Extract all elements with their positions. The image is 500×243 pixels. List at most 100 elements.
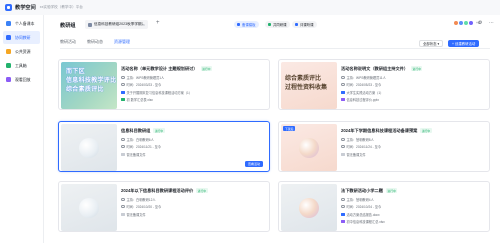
top-bar: 教学空间 xx实验学校（教学中）平台	[0, 0, 500, 15]
card-time: 时间：2024/10/20 - 至今	[121, 204, 161, 209]
card-title-text: 活动名称说明文（教研组主持文件）	[341, 66, 409, 71]
create-activity-button[interactable]: + 创建教研活动	[448, 40, 480, 47]
card-host: 主持：白明教研12人	[121, 197, 156, 202]
file-icon	[121, 90, 125, 95]
card-file[interactable]: 信息科技过程评价.pptx	[341, 97, 379, 102]
tab-label: 信息科技教研组2023秋季学期活动	[94, 22, 143, 26]
more-icon[interactable]: ⋯	[489, 20, 494, 26]
settings-icon[interactable]: ⚙	[478, 20, 482, 26]
card-file[interactable]: 大学生实践活动方案（1）	[341, 90, 383, 95]
pill-label: 共同研课	[273, 23, 287, 27]
study-icon	[268, 23, 271, 26]
toolbox-icon	[6, 63, 11, 68]
user-icon	[341, 137, 345, 142]
card-file: 暂无备课文件	[121, 212, 146, 217]
card-host: 主持：慧明教研8人	[341, 137, 374, 142]
sidebar-item-collab[interactable]: 协同教研	[3, 31, 40, 44]
template-icon	[237, 23, 240, 26]
meta-text: 主持：白明教研6人	[126, 138, 154, 142]
workspace-header: 教研组 信息科技教研组2023秋季学期活动 × + 备课模板 共同研课 评课听课	[44, 15, 500, 36]
decorative-orb	[79, 138, 99, 158]
close-icon[interactable]: ×	[143, 22, 145, 27]
activity-card[interactable]: 2024年以下信息科目教研课程活动评价 进行中 主持：白明教研12人 时间：202…	[58, 181, 270, 232]
avatar	[468, 20, 474, 26]
status-filter-dropdown[interactable]: 全部状态 ▾	[419, 40, 444, 47]
file-icon	[121, 152, 125, 157]
card-host: 主持：WPS教研管理员11人	[341, 75, 386, 80]
card-thumbnail: 而下区 信息科技教学评比 综合素质评比	[61, 62, 117, 109]
pill-label: 备课模板	[242, 23, 256, 27]
tab-workspace[interactable]: 信息科技教研组2023秋季学期活动 ×	[85, 20, 148, 29]
clock-icon	[341, 204, 345, 209]
app-brand: 教学空间	[15, 5, 36, 11]
thumbnail-line: 而下区	[66, 69, 85, 75]
spreadsheet-icon	[121, 97, 125, 102]
meta-text: 时间：2024/03/23 - 至今	[126, 83, 162, 87]
folder-icon	[6, 49, 11, 54]
meta-text: 时间：2024/10/24 - 至今	[346, 205, 382, 209]
status-badge: 进行中	[196, 188, 208, 194]
status-badge: 进行中	[385, 188, 398, 194]
card-file[interactable]: 活动方案总结报告.docx	[341, 212, 380, 217]
document-icon	[88, 22, 92, 27]
thumbnail-line: 综合素质评比	[66, 87, 104, 93]
status-badge: 进行中	[411, 66, 423, 72]
card-file[interactable]: 初 数学汇总表.xlsx	[121, 97, 153, 102]
card-thumbnail	[61, 184, 117, 231]
card-file: 暂无备课文件	[121, 152, 146, 157]
decorative-orb	[79, 198, 99, 218]
meta-text: 主持：慧明教研4人	[346, 198, 374, 202]
file-icon	[341, 212, 345, 217]
card-file[interactable]: 关于开展期末复习信息科技课程活动方案（1）	[121, 90, 192, 95]
card-title: 2024年下学期信息科技课程活动备课预案 进行中	[341, 128, 432, 134]
thumbnail-line: 过程性资料收集	[285, 85, 328, 91]
book-icon	[6, 21, 11, 26]
co-study-button[interactable]: 共同研课	[265, 21, 290, 28]
meta-text: 暂无备课文件	[126, 213, 146, 217]
app-window: 教学空间 xx实验学校（教学中）平台 个人备课本 协同教研 公共资源 工具箱 观…	[0, 0, 500, 243]
user-icon	[341, 197, 345, 202]
file-icon	[341, 90, 345, 95]
card-title: 活动名称说明文（教研组主持文件） 进行中	[341, 66, 423, 72]
decorative-orb	[299, 138, 319, 158]
activity-card[interactable]: 法下教研活动小学二题 进行中 主持：慧明教研4人 时间：2024/10/24 - …	[278, 181, 490, 232]
sidebar-item-label: 观看回放	[15, 76, 31, 82]
card-time: 时间：2024/10/24 - 至今	[341, 204, 381, 209]
card-thumbnail: 下课后	[281, 124, 337, 171]
card-title: 2024年以下信息科目教研课程活动评价 进行中	[121, 188, 208, 194]
card-time: 时间：2024/11/21 - 至今	[121, 144, 161, 149]
presentation-icon	[341, 97, 345, 102]
sidebar-item-label: 工具箱	[15, 62, 27, 68]
sidebar-item-replay[interactable]: 观看回放	[3, 73, 40, 86]
user-icon	[121, 137, 125, 142]
activity-card[interactable]: 下课后 2024年下学期信息科技课程活动备课预案 进行中 主持：慧明教研8人 时间…	[278, 121, 490, 172]
lesson-template-button[interactable]: 备课模板	[234, 21, 259, 28]
thumbnail-text: 综合素质评比 过程性资料收集	[285, 75, 327, 93]
status-badge: 进行中	[153, 128, 165, 134]
sidebar-item-toolbox[interactable]: 工具箱	[3, 59, 40, 72]
activity-card[interactable]: 而下区 信息科技教学评比 综合素质评比 活动名称（单元教学设计 主题规划研讨）进…	[58, 59, 270, 110]
add-tab-button[interactable]: +	[156, 20, 160, 26]
member-avatars[interactable]: +8	[453, 20, 480, 26]
card-title-text: 法下教研活动小学二题	[341, 188, 383, 193]
review-icon	[295, 23, 298, 26]
activity-card[interactable]: 综合素质评比 过程性资料收集 活动名称说明文（教研组主持文件） 进行中 主持：WP…	[278, 59, 490, 110]
view-activity-button[interactable]: 查看活动	[244, 161, 263, 167]
activity-card[interactable]: 信息科目教研组 进行中 主持：白明教研6人 时间：2024/11/21 - 至今 …	[58, 121, 270, 172]
meta-text: 大学生实践活动方案（1）	[346, 91, 384, 95]
meta-text: 暂无备课文件	[126, 153, 146, 157]
meta-text: 初中信息科技课程汇总.xlsx	[346, 220, 385, 224]
card-title-text: 信息科目教研组	[121, 128, 151, 133]
meta-text: 时间：2024/11/24 - 至今	[346, 145, 382, 149]
play-icon	[6, 77, 11, 82]
sidebar-item-personal[interactable]: 个人备课本	[3, 17, 40, 30]
card-file[interactable]: 初中信息科技课程汇总.xlsx	[341, 219, 385, 224]
sidebar-item-public-resources[interactable]: 公共资源	[3, 45, 40, 58]
sidebar: 个人备课本 协同教研 公共资源 工具箱 观看回放	[0, 15, 44, 243]
review-button[interactable]: 评课听课	[292, 21, 317, 28]
meta-text: 时间：2024/05/23 - 至今	[346, 83, 382, 87]
card-thumbnail: 综合素质评比 过程性资料收集	[281, 62, 337, 109]
org-name: xx实验学校（教学中）平台	[39, 5, 83, 9]
card-time: 时间：2024/05/23 - 至今	[341, 82, 381, 87]
decorative-orb	[299, 198, 319, 218]
